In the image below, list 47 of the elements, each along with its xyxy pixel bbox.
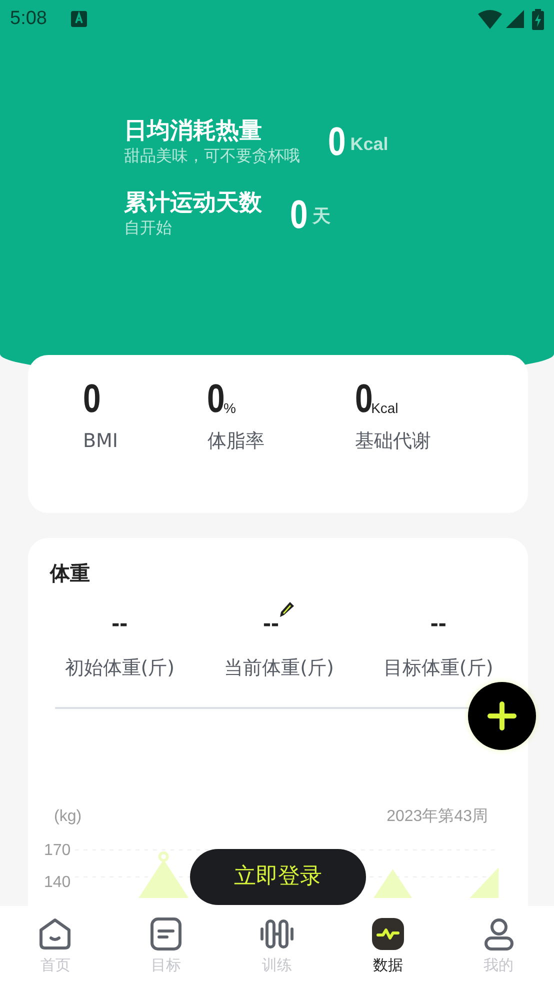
stat-value: 0: [328, 122, 346, 162]
metric-unit: Kcal: [371, 400, 398, 418]
metric-label: BMI: [83, 429, 120, 454]
metric-value: 0: [83, 379, 101, 419]
list-icon: [148, 916, 184, 952]
chart-icon: [370, 916, 406, 952]
metric-label: 基础代谢: [354, 429, 432, 454]
weight-label: 当前体重(斤): [224, 656, 334, 681]
weight-value: --: [112, 612, 128, 638]
metric-value: 0: [207, 379, 226, 419]
tab[interactable]: 首页: [0, 906, 111, 984]
keyboard-icon: [70, 11, 87, 27]
chart-unit: (kg): [54, 806, 82, 826]
signal-icon: [506, 10, 524, 28]
stat-value: 0: [290, 194, 308, 235]
tab[interactable]: 我的: [443, 906, 554, 984]
chart-area: [469, 866, 498, 898]
axis-tick: 140: [44, 872, 71, 892]
stat-subtitle: 甜品美味，可不要贪杯哦: [124, 146, 300, 166]
axis-tick: 170: [44, 840, 71, 860]
stat-unit: 天: [312, 205, 330, 228]
weight-value: --: [430, 612, 446, 638]
metric-value: 0: [354, 379, 373, 419]
wifi-icon: [478, 10, 502, 28]
plus-icon: [487, 701, 517, 731]
stat-title: 累计运动天数: [124, 190, 262, 218]
pencil-icon[interactable]: [278, 600, 295, 618]
stat-title: 日均消耗热量: [124, 118, 263, 146]
tab[interactable]: 数据: [332, 906, 444, 984]
chart-area: [138, 859, 188, 898]
data-point: [158, 850, 169, 862]
status-time: 5:08: [10, 6, 47, 31]
chart-area: [373, 868, 412, 898]
stat-unit: Kcal: [350, 132, 388, 156]
stat-subtitle: 自开始: [124, 218, 173, 239]
weight-label: 初始体重(斤): [64, 656, 175, 681]
metric-unit: %: [224, 399, 236, 418]
login-button[interactable]: 立即登录: [190, 849, 366, 905]
tab[interactable]: 训练: [222, 906, 332, 984]
section-title: 体重: [48, 560, 91, 587]
chart-period: 2023年第43周: [386, 806, 488, 826]
battery-icon: [532, 8, 544, 30]
metric-label: 体脂率: [207, 429, 266, 454]
home-icon: [37, 916, 74, 952]
weight-label: 目标体重(斤): [383, 656, 494, 681]
weight-value: --: [263, 612, 279, 638]
tab[interactable]: 目标: [110, 906, 222, 984]
